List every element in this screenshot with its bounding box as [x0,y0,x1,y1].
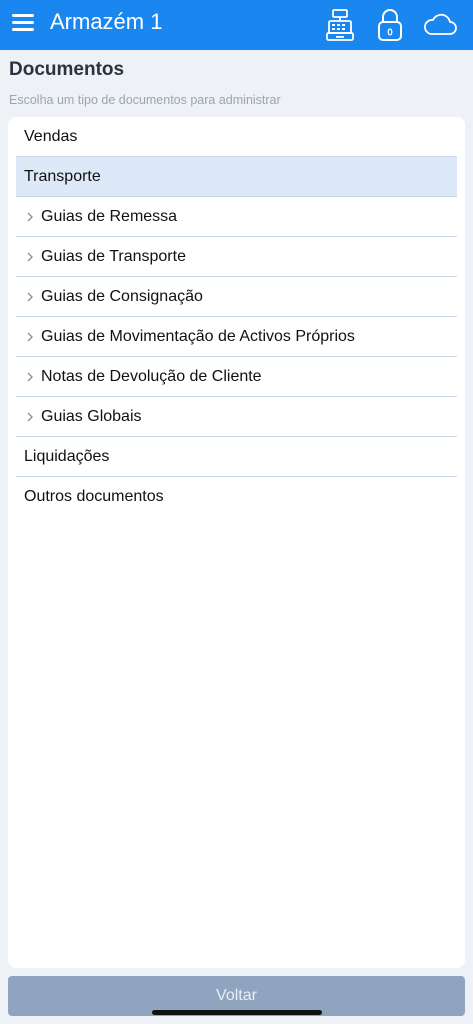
chevron-right-icon [27,412,33,422]
list-item-label: Guias de Transporte [41,247,186,265]
list-item-label: Outros documentos [24,488,164,505]
page-subtitle: Escolha um tipo de documentos para admin… [9,93,281,107]
list-item-guias-de-transporte[interactable]: Guias de Transporte [16,237,457,277]
chevron-right-icon [27,292,33,302]
top-app-bar: Armazém 1 0 [0,0,473,50]
list-item-label: Guias de Movimentação de Activos Próprio… [41,327,355,345]
list-item-label: Transporte [24,167,101,185]
lock-count: 0 [387,28,393,39]
cash-register-icon[interactable] [324,8,356,42]
document-type-card: Vendas Transporte Guias de Remessa Guias… [8,117,465,968]
list-item-liquidacoes[interactable]: Liquidações [16,437,457,477]
chevron-right-icon [27,252,33,262]
list-item-notas-de-devolucao[interactable]: Notas de Devolução de Cliente [16,357,457,397]
list-item-label: Guias de Consignação [41,287,203,305]
list-item-guias-de-consignacao[interactable]: Guias de Consignação [16,277,457,317]
list-item-guias-de-movimentacao[interactable]: Guias de Movimentação de Activos Próprio… [16,317,457,357]
cloud-icon[interactable] [422,12,458,38]
list-item-vendas[interactable]: Vendas [16,117,457,157]
chevron-right-icon [27,212,33,222]
page-title: Documentos [9,59,125,80]
home-indicator [152,1010,322,1015]
list-item-label: Liquidações [24,447,110,465]
lock-icon[interactable]: 0 [376,8,404,42]
list-item-label: Guias de Remessa [41,207,178,225]
document-type-list: Vendas Transporte Guias de Remessa Guias… [8,117,465,517]
list-item-label: Vendas [24,127,78,145]
app-title: Armazém 1 [50,9,163,34]
menu-icon[interactable] [12,14,36,34]
list-item-label: Notas de Devolução de Cliente [41,367,262,385]
list-item-label: Guias Globais [41,407,142,425]
chevron-right-icon [27,332,33,342]
list-item-guias-de-remessa[interactable]: Guias de Remessa [16,197,457,237]
list-item-transporte[interactable]: Transporte [16,157,457,197]
list-item-outros-documentos[interactable]: Outros documentos [16,477,457,517]
list-item-guias-globais[interactable]: Guias Globais [16,397,457,437]
chevron-right-icon [27,372,33,382]
